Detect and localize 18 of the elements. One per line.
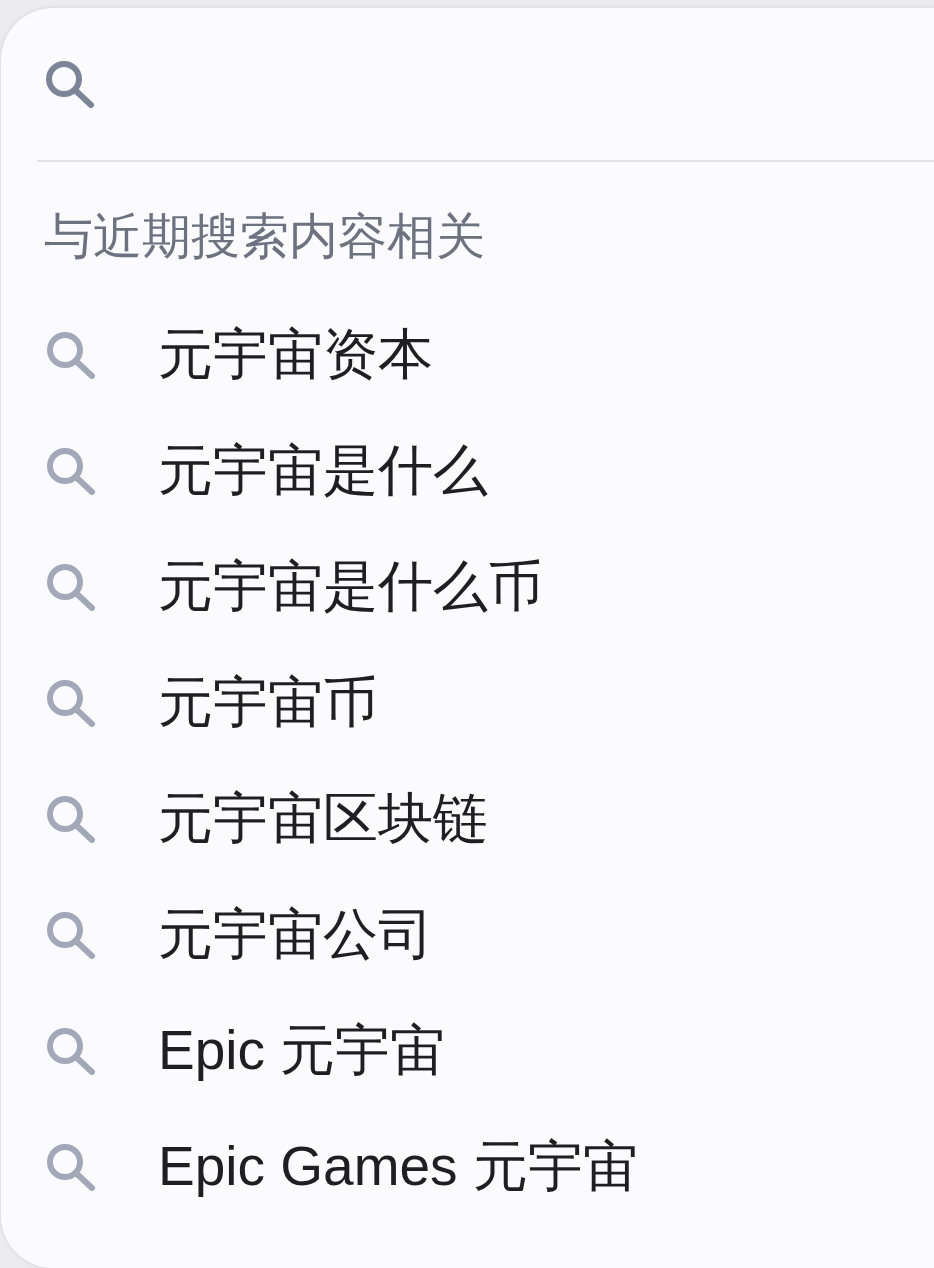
search-icon (46, 447, 96, 495)
suggestion-item[interactable]: 元宇宙公司 (1, 877, 934, 993)
search-icon (46, 563, 96, 611)
suggestion-item[interactable]: 元宇宙是什么币 (1, 529, 934, 645)
search-icon (46, 331, 96, 379)
search-icon (45, 60, 95, 108)
search-icon (46, 1027, 96, 1075)
search-icon (46, 795, 96, 843)
suggestion-item[interactable]: 元宇宙币 (1, 645, 934, 761)
suggestion-item[interactable]: 元宇宙区块链 (1, 761, 934, 877)
search-icon (46, 679, 96, 727)
suggestion-item[interactable]: 元宇宙是什么 (1, 413, 934, 529)
search-icon (46, 1143, 96, 1191)
suggestion-item[interactable]: Epic Games 元宇宙 (1, 1109, 934, 1225)
section-heading: 与近期搜索内容相关 (44, 208, 486, 265)
search-icon (46, 911, 96, 959)
suggestion-item[interactable]: 元宇宙资本 (1, 297, 934, 413)
suggestion-item[interactable]: Epic 元宇宙 (1, 993, 934, 1109)
